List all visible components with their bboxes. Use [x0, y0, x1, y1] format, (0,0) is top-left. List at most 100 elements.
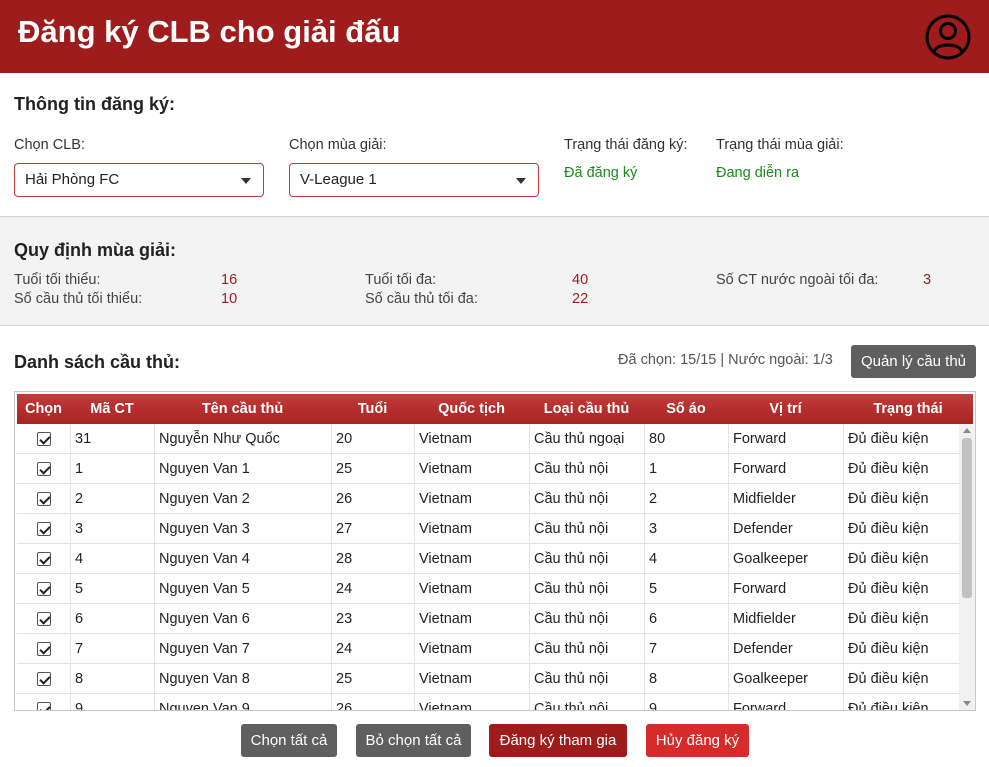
age-cell: 27: [331, 514, 414, 544]
jersey-number-cell: 9: [644, 694, 728, 710]
age-cell: 25: [331, 454, 414, 484]
reg-status-value: Đã đăng ký: [564, 165, 638, 181]
player-id-cell: 8: [70, 664, 154, 694]
table-row[interactable]: 4 Nguyen Van 4 28 Vietnam Cầu thủ nội 4 Goalke…: [17, 544, 959, 574]
player-name-cell: Nguyễn Như Quốc: [154, 424, 331, 454]
select-cell[interactable]: [17, 664, 70, 694]
player-type-cell: Cầu thủ nội: [529, 694, 644, 710]
select-cell[interactable]: [17, 634, 70, 664]
table-scrollbar[interactable]: [959, 424, 975, 710]
deselect-all-button[interactable]: Bỏ chọn tất cả: [356, 724, 471, 757]
scroll-down-icon[interactable]: [963, 701, 971, 706]
select-cell[interactable]: [17, 484, 70, 514]
club-select-value: Hải Phòng FC: [25, 171, 120, 188]
app-header: Đăng ký CLB cho giải đấu: [0, 0, 989, 73]
table-row[interactable]: 7 Nguyen Van 7 24 Vietnam Cầu thủ nội 7 Defend…: [17, 634, 959, 664]
col-status-header[interactable]: Trạng thái: [843, 394, 973, 424]
nationality-cell: Vietnam: [414, 514, 529, 544]
rules-section-title: Quy định mùa giải:: [14, 240, 177, 260]
table-row[interactable]: 6 Nguyen Van 6 23 Vietnam Cầu thủ nội 6 Midfie…: [17, 604, 959, 634]
player-checkbox[interactable]: [37, 672, 51, 686]
age-cell: 28: [331, 544, 414, 574]
table-row[interactable]: 31 Nguyễn Như Quốc 20 Vietnam Cầu thủ ngoại 8…: [17, 424, 959, 454]
nationality-cell: Vietnam: [414, 664, 529, 694]
jersey-number-cell: 80: [644, 424, 728, 454]
player-checkbox[interactable]: [37, 492, 51, 506]
col-age-header[interactable]: Tuổi: [331, 394, 414, 424]
cancel-registration-button[interactable]: Hủy đăng ký: [646, 724, 749, 757]
status-cell: Đủ điều kiện: [843, 634, 959, 664]
player-name-cell: Nguyen Van 4: [154, 544, 331, 574]
player-checkbox[interactable]: [37, 702, 51, 710]
player-name-cell: Nguyen Van 8: [154, 664, 331, 694]
col-jersey-number-header[interactable]: Số áo: [644, 394, 728, 424]
table-row[interactable]: 9 Nguyen Van 9 26 Vietnam Cầu thủ nội 9 Forwar…: [17, 694, 959, 710]
col-player-type-header[interactable]: Loại cầu thủ: [529, 394, 644, 424]
col-position-header[interactable]: Vị trí: [728, 394, 843, 424]
nationality-cell: Vietnam: [414, 484, 529, 514]
col-nationality-header[interactable]: Quốc tịch: [414, 394, 529, 424]
player-checkbox[interactable]: [37, 522, 51, 536]
col-player-id-header[interactable]: Mã CT: [70, 394, 154, 424]
reg-status-label: Trạng thái đăng ký:: [564, 137, 688, 153]
club-select[interactable]: Hải Phòng FC: [14, 163, 264, 197]
season-status-value: Đang diễn ra: [716, 165, 800, 181]
select-cell[interactable]: [17, 694, 70, 710]
select-cell[interactable]: [17, 604, 70, 634]
min-players-value: 10: [221, 291, 238, 307]
player-name-cell: Nguyen Van 7: [154, 634, 331, 664]
jersey-number-cell: 2: [644, 484, 728, 514]
select-cell[interactable]: [17, 424, 70, 454]
player-name-cell: Nguyen Van 2: [154, 484, 331, 514]
age-cell: 24: [331, 574, 414, 604]
player-checkbox[interactable]: [37, 462, 51, 476]
manage-players-button[interactable]: Quản lý cầu thủ: [851, 345, 976, 378]
player-id-cell: 4: [70, 544, 154, 574]
table-row[interactable]: 8 Nguyen Van 8 25 Vietnam Cầu thủ nội 8 Goalke…: [17, 664, 959, 694]
player-type-cell: Cầu thủ nội: [529, 544, 644, 574]
select-cell[interactable]: [17, 574, 70, 604]
table-row[interactable]: 1 Nguyen Van 1 25 Vietnam Cầu thủ nội 1 Forwar…: [17, 454, 959, 484]
player-id-cell: 31: [70, 424, 154, 454]
player-type-cell: Cầu thủ nội: [529, 664, 644, 694]
max-foreign-value: 3: [923, 272, 932, 288]
player-checkbox[interactable]: [37, 612, 51, 626]
select-all-button[interactable]: Chọn tất cả: [241, 724, 337, 757]
table-row[interactable]: 5 Nguyen Van 5 24 Vietnam Cầu thủ nội 5 Forwar…: [17, 574, 959, 604]
age-cell: 26: [331, 484, 414, 514]
select-cell[interactable]: [17, 454, 70, 484]
status-cell: Đủ điều kiện: [843, 484, 959, 514]
season-select[interactable]: V-League 1: [289, 163, 539, 197]
player-checkbox[interactable]: [37, 642, 51, 656]
col-select-header[interactable]: Chọn: [17, 394, 70, 424]
select-cell[interactable]: [17, 514, 70, 544]
season-select-value: V-League 1: [300, 171, 377, 188]
club-label: Chọn CLB:: [14, 137, 85, 153]
status-cell: Đủ điều kiện: [843, 544, 959, 574]
min-age-label: Tuổi tối thiểu:: [14, 272, 101, 288]
col-player-name-header[interactable]: Tên cầu thủ: [154, 394, 331, 424]
scroll-thumb[interactable]: [962, 438, 972, 598]
player-checkbox[interactable]: [37, 552, 51, 566]
jersey-number-cell: 4: [644, 544, 728, 574]
select-cell[interactable]: [17, 544, 70, 574]
position-cell: Goalkeeper: [728, 544, 843, 574]
player-type-cell: Cầu thủ nội: [529, 574, 644, 604]
player-name-cell: Nguyen Van 5: [154, 574, 331, 604]
player-id-cell: 7: [70, 634, 154, 664]
register-button[interactable]: Đăng ký tham gia: [489, 724, 627, 757]
user-circle-icon[interactable]: [924, 13, 972, 61]
player-checkbox[interactable]: [37, 432, 51, 446]
player-checkbox[interactable]: [37, 582, 51, 596]
max-age-value: 40: [572, 272, 589, 288]
season-rules-panel: Quy định mùa giải: Tuổi tối thiểu: 16 Tu…: [0, 216, 989, 326]
table-row[interactable]: 3 Nguyen Van 3 27 Vietnam Cầu thủ nội 3 Defend…: [17, 514, 959, 544]
nationality-cell: Vietnam: [414, 694, 529, 710]
table-header: Chọn Mã CT Tên cầu thủ Tuổi Quốc tịch Loại cầ…: [17, 394, 973, 424]
table-row[interactable]: 2 Nguyen Van 2 26 Vietnam Cầu thủ nội 2 Midfie…: [17, 484, 959, 514]
player-type-cell: Cầu thủ ngoại: [529, 424, 644, 454]
status-cell: Đủ điều kiện: [843, 664, 959, 694]
scroll-up-icon[interactable]: [963, 428, 971, 433]
nationality-cell: Vietnam: [414, 454, 529, 484]
position-cell: Midfielder: [728, 604, 843, 634]
